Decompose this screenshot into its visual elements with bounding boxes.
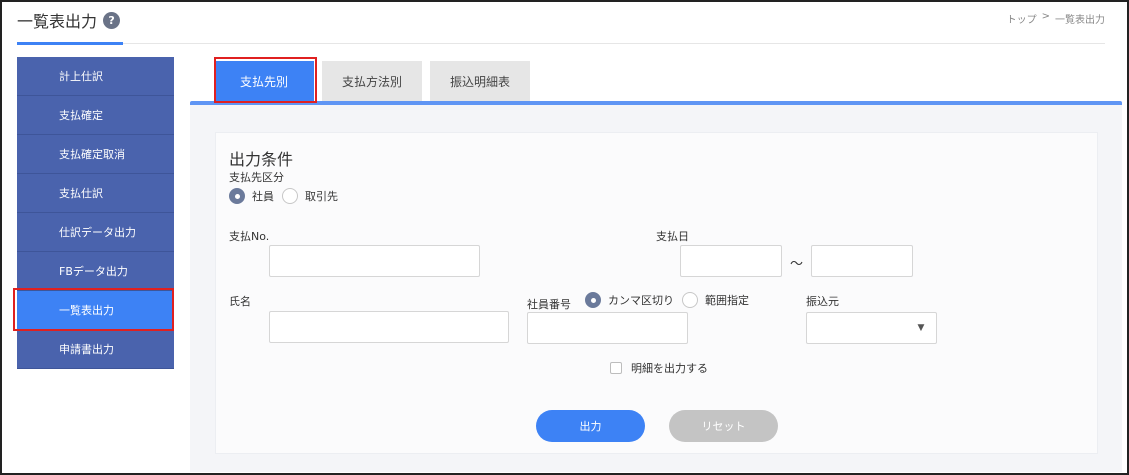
payment-date-to-input[interactable] [811, 245, 913, 277]
page-title: 一覧表出力 ? [17, 8, 121, 32]
sidebar-item-fb-data-export[interactable]: FBデータ出力 [17, 252, 174, 291]
payment-no-input[interactable] [269, 245, 480, 277]
sidebar-item-journal-data-export[interactable]: 仕訳データ出力 [17, 213, 174, 252]
sidebar-item-label: 支払確定 [59, 109, 103, 122]
radio-label: 取引先 [305, 190, 338, 203]
radio-label: 範囲指定 [705, 294, 749, 307]
sidebar-item-payment-confirm-cancel[interactable]: 支払確定取消 [17, 135, 174, 174]
sidebar-item-label: 計上仕訳 [59, 70, 103, 83]
radio-selected-icon[interactable] [229, 188, 245, 204]
detail-output-label: 明細を出力する [631, 362, 708, 375]
title-underline [17, 42, 123, 45]
help-icon[interactable]: ? [103, 11, 121, 29]
main-content: 支払先別 支払方法別 振込明細表 出力条件 支払先区分 社員 取引先 支払No.… [190, 58, 1122, 472]
breadcrumb-separator: > [1041, 11, 1050, 22]
employee-no-mode-radio-group: カンマ区切り 範囲指定 [585, 292, 757, 308]
employee-no-input[interactable] [527, 312, 688, 344]
payment-date-label: 支払日 [656, 230, 689, 243]
sidebar-item-label: 申請書出力 [59, 343, 114, 356]
breadcrumb-home[interactable]: トップ [1007, 11, 1037, 26]
sidebar-item-payment-journal[interactable]: 支払仕訳 [17, 174, 174, 213]
reset-button[interactable]: リセット [669, 410, 778, 442]
transfer-source-select[interactable]: ▼ [806, 312, 937, 344]
name-label: 氏名 [229, 295, 251, 308]
payment-no-label: 支払No. [229, 230, 270, 243]
radio-unselected-icon[interactable] [682, 292, 698, 308]
payment-date-from-input[interactable] [680, 245, 782, 277]
employee-no-label: 社員番号 [527, 298, 571, 311]
radio-label: カンマ区切り [608, 294, 674, 307]
sidebar-item-label: 仕訳データ出力 [59, 226, 136, 239]
payee-type-vendor-option[interactable]: 取引先 [282, 188, 338, 204]
sidebar-item-payment-confirm[interactable]: 支払確定 [17, 96, 174, 135]
name-input[interactable] [269, 311, 509, 343]
title-divider [123, 43, 1105, 44]
breadcrumb-current: 一覧表出力 [1055, 15, 1105, 26]
detail-output-checkbox-row[interactable]: 明細を出力する [610, 360, 708, 376]
tab-transfer-detail[interactable]: 振込明細表 [430, 61, 530, 101]
radio-label: 社員 [252, 190, 274, 203]
sidebar-item-accrual-journal[interactable]: 計上仕訳 [17, 57, 174, 96]
date-range-separator: ～ [790, 257, 804, 272]
sidebar-item-label: FBデータ出力 [59, 265, 128, 278]
sidebar-item-label: 支払確定取消 [59, 148, 125, 161]
page-title-text: 一覧表出力 [17, 12, 98, 31]
breadcrumb: トップ > 一覧表出力 [1007, 11, 1105, 26]
payee-type-employee-option[interactable]: 社員 [229, 188, 274, 204]
employee-no-range-option[interactable]: 範囲指定 [682, 292, 749, 308]
sidebar-item-application-export[interactable]: 申請書出力 [17, 330, 174, 369]
employee-no-comma-option[interactable]: カンマ区切り [585, 292, 674, 308]
tab-by-payment-method[interactable]: 支払方法別 [322, 61, 422, 101]
tab-underline [190, 101, 1122, 105]
radio-selected-icon[interactable] [585, 292, 601, 308]
output-conditions-card: 出力条件 支払先区分 社員 取引先 支払No. 支払日 ～ 氏名 社員番号 カン… [215, 132, 1098, 454]
tab-highlight-box [214, 57, 317, 103]
radio-unselected-icon[interactable] [282, 188, 298, 204]
checkbox-icon[interactable] [610, 362, 622, 374]
transfer-source-label: 振込元 [806, 295, 839, 308]
dropdown-arrow-icon[interactable]: ▼ [906, 313, 936, 343]
payee-type-radio-group: 社員 取引先 [229, 188, 346, 204]
section-title: 出力条件 [229, 150, 294, 169]
sidebar-item-label: 支払仕訳 [59, 187, 103, 200]
payee-type-label: 支払先区分 [229, 171, 284, 184]
sidebar-highlight-box [13, 288, 174, 331]
output-button[interactable]: 出力 [536, 410, 645, 442]
